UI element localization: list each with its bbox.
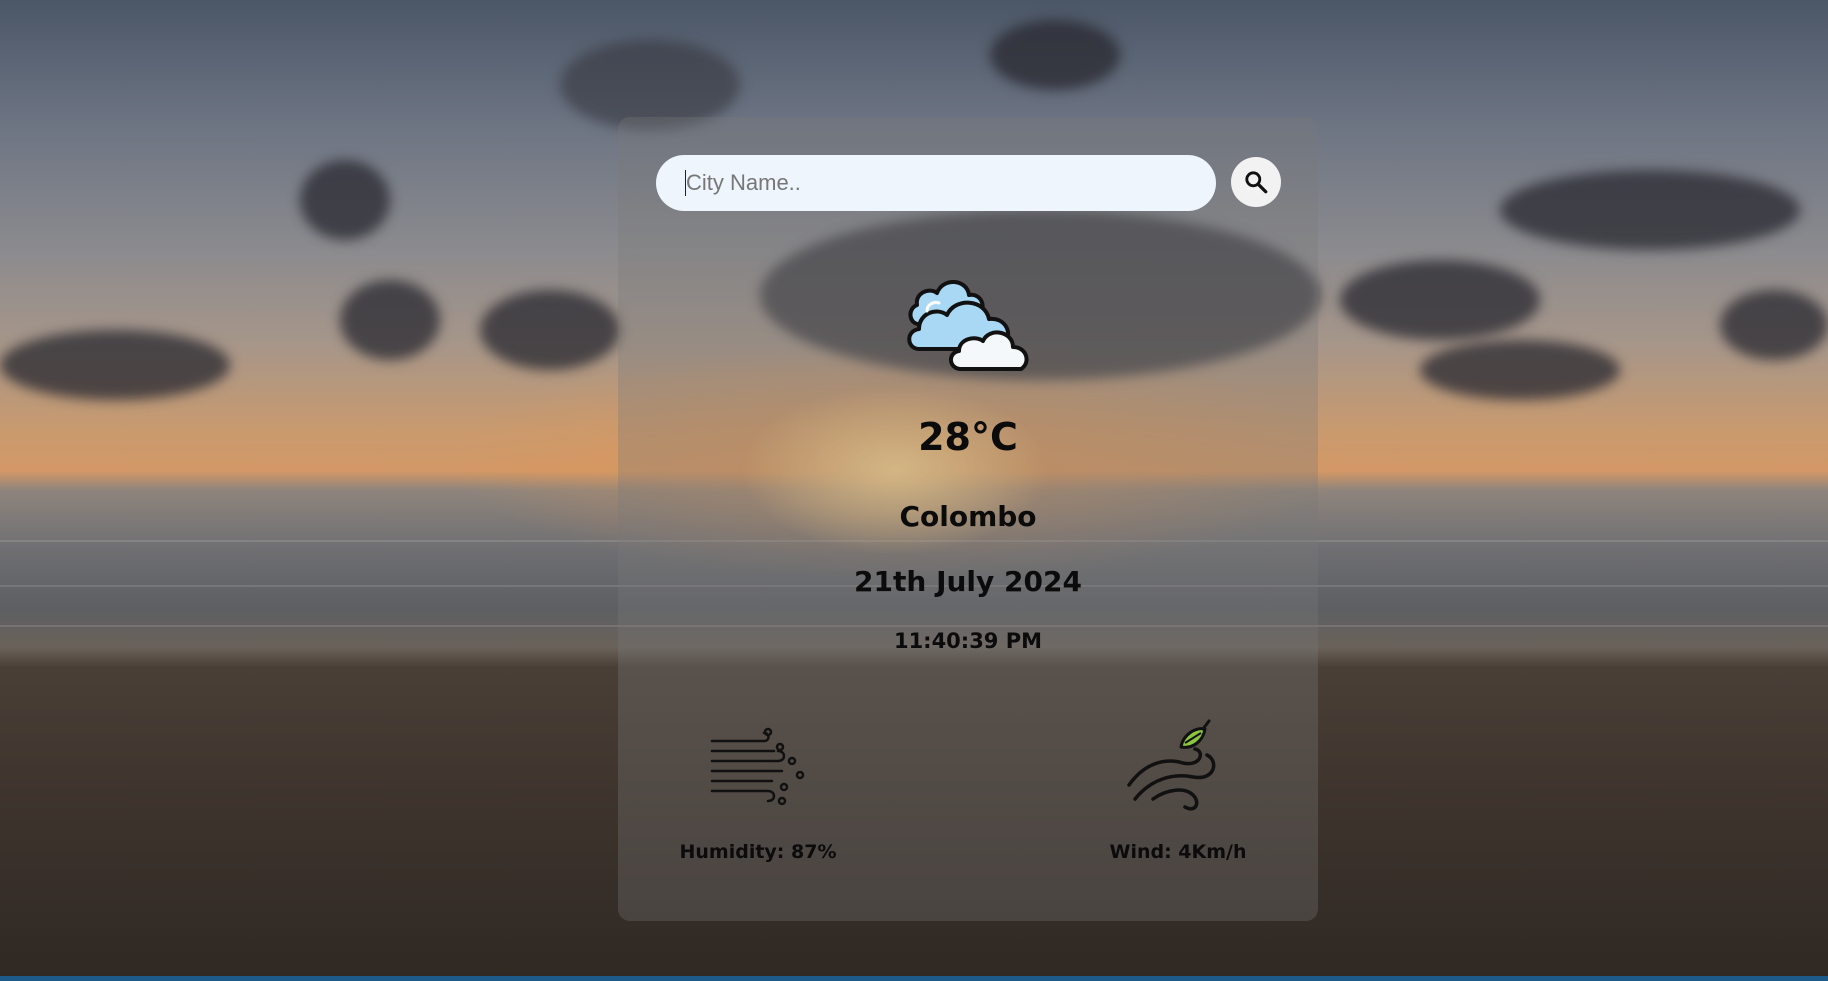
search-icon	[1245, 171, 1268, 194]
wind-icon	[1127, 719, 1216, 811]
text-caret	[685, 170, 686, 196]
search-input[interactable]	[656, 155, 1216, 211]
city-name: Colombo	[899, 500, 1037, 533]
temperature-value: 28°C	[918, 415, 1018, 459]
wind-label: Wind: 4Km/h	[1109, 841, 1247, 863]
cloudy-icon	[907, 280, 1029, 371]
bottom-border	[0, 976, 1828, 981]
humidity-icon	[710, 727, 805, 806]
weather-card: 28°C Colombo 21th July 2024 11:40:39 PM	[618, 117, 1318, 921]
humidity-label: Humidity: 87%	[679, 841, 837, 863]
search-button[interactable]	[1231, 157, 1281, 207]
current-time: 11:40:39 PM	[893, 629, 1043, 653]
current-date: 21th July 2024	[854, 565, 1082, 598]
